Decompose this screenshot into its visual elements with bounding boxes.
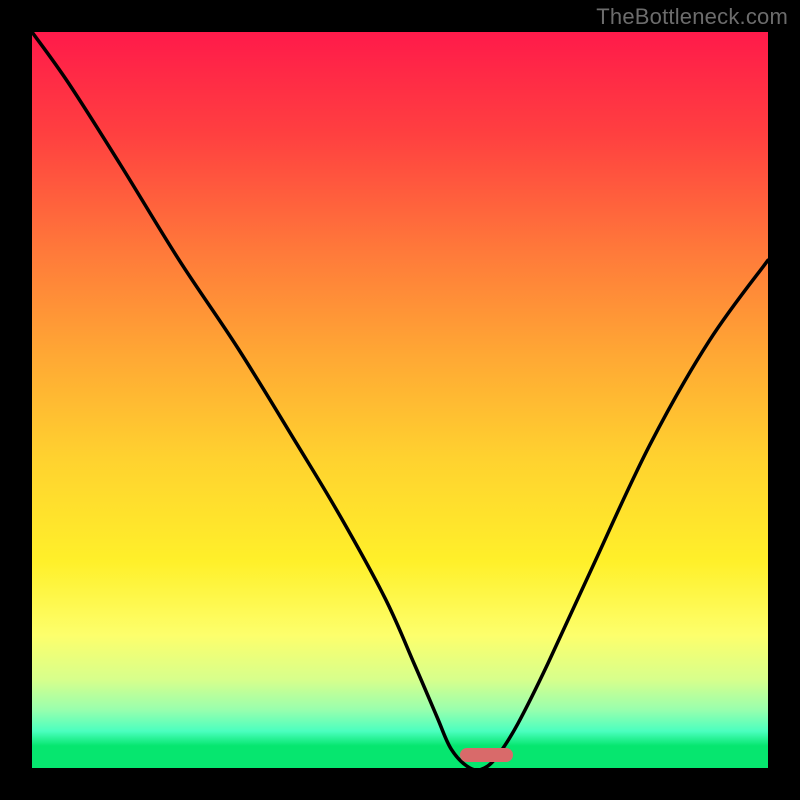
bottleneck-curve bbox=[32, 32, 768, 768]
chart-stage: TheBottleneck.com bbox=[0, 0, 800, 800]
optimal-range-marker bbox=[460, 748, 513, 762]
plot-area bbox=[32, 32, 768, 768]
watermark-text: TheBottleneck.com bbox=[596, 4, 788, 30]
